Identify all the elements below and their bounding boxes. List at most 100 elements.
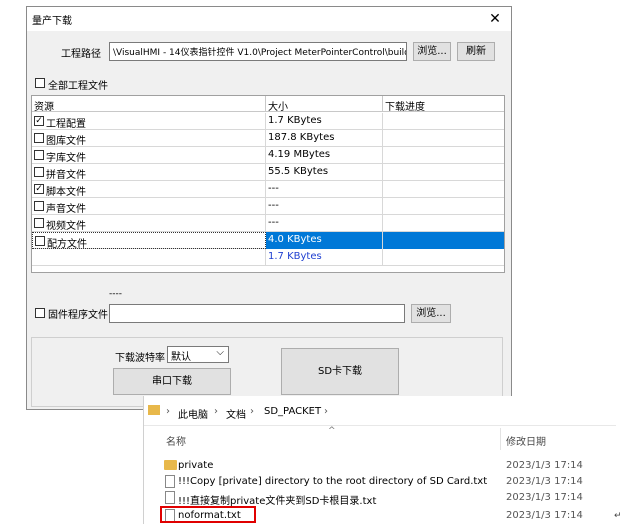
column-header-date[interactable]: 修改日期 [506,433,546,448]
table-row[interactable]: 拼音文件 55.5 KBytes [32,164,504,181]
project-path-label: 工程路径 [61,49,101,60]
resource-size: --- [266,215,383,232]
file-date: 2023/1/3 17:14 [506,476,583,487]
breadcrumb-separator: › [214,406,218,417]
breadcrumb-this-pc[interactable]: 此电脑 [178,406,208,421]
firmware-path-input[interactable] [109,304,405,323]
file-row[interactable]: private 2023/1/3 17:14 [144,458,616,474]
firmware-checkbox[interactable] [35,308,45,318]
resource-progress [383,130,504,147]
table-row[interactable]: ✓ 脚本文件 --- [32,181,504,198]
resource-progress [383,232,504,249]
sd-card-download-button[interactable]: SD卡下载 [281,348,399,395]
resource-checkbox[interactable] [34,201,44,211]
dialog-title: 量产下载 [32,16,72,27]
baud-rate-value: 默认 [171,352,191,363]
resource-size: 1.7 KBytes [266,113,383,130]
baud-rate-label: 下载波特率 [115,353,165,364]
chevron-down-icon: ⌵ [216,347,224,358]
breadcrumb-separator: › [324,406,328,417]
resource-progress [383,215,504,232]
resource-checkbox[interactable]: ✓ [34,116,44,126]
resource-size: --- [266,198,383,215]
table-row[interactable]: 图库文件 187.8 KBytes [32,130,504,147]
firmware-label: 固件程序文件 [48,310,108,321]
text-file-icon [165,491,175,504]
resource-cell: 视频文件 [32,215,266,232]
all-files-checkbox[interactable] [35,78,45,88]
resource-size: 55.5 KBytes [266,164,383,181]
resource-name: 字库文件 [46,153,86,164]
browse-button[interactable]: 浏览... [413,42,451,61]
resource-checkbox[interactable]: ✓ [34,184,44,194]
table-row[interactable]: 声音文件 --- [32,198,504,215]
resource-cell: ✓ 工程配置 [32,113,266,130]
resource-size: --- [266,181,383,198]
resource-progress [383,113,504,130]
title-bar: 量产下载 ✕ [27,7,511,31]
resource-checkbox[interactable] [34,133,44,143]
folder-icon [148,405,160,415]
close-icon[interactable]: ✕ [485,9,505,29]
resource-cell: 图库文件 [32,130,266,147]
resource-cell: 声音文件 [32,198,266,215]
refresh-button[interactable]: 刷新 [457,42,495,61]
resource-cell: ✓ 脚本文件 [32,181,266,198]
resource-name: 拼音文件 [46,170,86,181]
file-date: 2023/1/3 17:14 [506,510,583,521]
project-path-input[interactable]: \VisualHMI - 14仪表指针控件 V1.0\Project Meter… [109,42,407,61]
resource-progress [383,198,504,215]
table-row[interactable]: 字库文件 4.19 MBytes [32,147,504,164]
resource-name: 工程配置 [46,119,86,130]
resource-name: 脚本文件 [46,187,86,198]
breadcrumb-documents[interactable]: 文档 [226,406,246,421]
col-header-resource: 资源 [32,96,266,113]
file-date: 2023/1/3 17:14 [506,460,583,471]
resource-name: 视频文件 [46,221,86,232]
text-file-icon [165,475,175,488]
batch-download-dialog: 量产下载 ✕ 工程路径 \VisualHMI - 14仪表指针控件 V1.0\P… [26,6,512,410]
firmware-browse-button[interactable]: 浏览... [411,304,451,323]
highlight-box [160,506,256,523]
file-row[interactable]: !!!Copy [private] directory to the root … [144,474,616,490]
resource-checkbox[interactable] [35,236,45,246]
table-row[interactable]: 配方文件 4.0 KBytes [32,232,504,250]
breadcrumb-separator: › [166,406,170,417]
resource-checkbox[interactable] [34,150,44,160]
paragraph-mark: ↵ [614,511,622,521]
resource-name: 配方文件 [47,239,87,250]
resource-name: 声音文件 [46,204,86,215]
table-row[interactable]: ✓ 工程配置 1.7 KBytes [32,113,504,130]
baud-rate-select[interactable]: 默认 ⌵ [167,346,229,363]
file-name: !!!Copy [private] directory to the root … [178,476,488,487]
total-size: 1.7 KBytes [266,249,383,266]
breadcrumb-sd-packet[interactable]: SD_PACKET [264,406,321,417]
file-name: !!!直接复制private文件夹到SD卡根目录.txt [178,496,377,507]
sort-arrow-icon: ^ [328,426,336,436]
total-label-cell [32,249,266,266]
table-row[interactable]: 视频文件 --- [32,215,504,232]
table-total-row: 1.7 KBytes [32,249,504,266]
folder-icon [164,460,177,470]
col-header-size: 大小 [266,96,383,113]
address-bar: › 此电脑 › 文档 › SD_PACKET › [144,396,616,426]
resource-size: 187.8 KBytes [266,130,383,147]
firmware-status-text: ---- [109,289,122,299]
resource-table: 资源 大小 下载进度 ✓ 工程配置 1.7 KBytes 图库文件 187.8 KByt… [31,95,505,273]
serial-download-button[interactable]: 串口下载 [113,368,231,395]
file-row[interactable]: noformat.txt 2023/1/3 17:14 [144,506,616,524]
resource-checkbox[interactable] [34,167,44,177]
file-date: 2023/1/3 17:14 [506,492,583,503]
column-header-name[interactable]: 名称 [166,433,186,448]
resource-cell: 拼音文件 [32,164,266,181]
total-progress-cell [383,249,504,266]
resource-size: 4.0 KBytes [266,232,383,249]
file-name: private [178,460,214,471]
resource-progress [383,164,504,181]
resource-checkbox[interactable] [34,218,44,228]
file-row[interactable]: !!!直接复制private文件夹到SD卡根目录.txt 2023/1/3 17:… [144,490,616,507]
resource-cell: 字库文件 [32,147,266,164]
resource-cell: 配方文件 [32,232,266,250]
file-explorer: › 此电脑 › 文档 › SD_PACKET › ^ 名称 修改日期 priva… [143,396,616,524]
column-divider [500,428,501,450]
